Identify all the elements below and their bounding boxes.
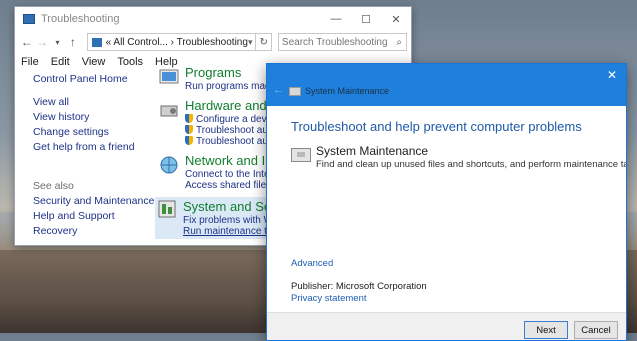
maintenance-icon [291,148,311,162]
dialog-header[interactable]: ✕ ← System Maintenance [267,64,626,106]
view-history-link[interactable]: View history [33,110,153,125]
hardware-icon [160,105,178,117]
window-controls: — ☐ ✕ [321,7,411,31]
menu-file[interactable]: File [21,56,39,68]
uac-shield-icon [185,114,193,123]
see-also-label: See also [33,180,74,192]
publisher-line: Publisher: Microsoft Corporation [291,281,427,292]
minimize-button[interactable]: — [321,7,351,31]
up-arrow-icon[interactable]: ↑ [65,34,80,50]
refresh-icon[interactable]: ↻ [256,33,272,51]
dialog-footer: Next Cancel [267,312,626,340]
maximize-button[interactable]: ☐ [351,7,381,31]
address-bar-row: ← → ▾ ↑ « All Control... › Troubleshooti… [15,31,411,53]
security-maintenance-link[interactable]: Security and Maintenance [33,194,154,209]
recovery-link[interactable]: Recovery [33,224,153,239]
get-help-link[interactable]: Get help from a friend [33,140,153,155]
privacy-statement-link[interactable]: Privacy statement [291,293,367,304]
view-all-link[interactable]: View all [33,95,153,110]
next-button[interactable]: Next [524,321,568,339]
recent-dropdown-icon[interactable]: ▾ [50,34,65,50]
close-icon[interactable]: ✕ [604,68,620,82]
left-pane: Control Panel Home View all View history… [33,72,154,239]
breadcrumb[interactable]: « All Control... › Troubleshooting [106,37,248,48]
cancel-button[interactable]: Cancel [574,321,618,339]
change-settings-link[interactable]: Change settings [33,125,153,140]
window-title: Troubleshooting [41,13,120,25]
publisher-label: Publisher: [291,281,334,292]
menu-view[interactable]: View [82,56,106,68]
uac-shield-icon [185,136,193,145]
control-panel-home-link[interactable]: Control Panel Home [33,72,153,87]
forward-arrow-icon[interactable]: → [34,34,49,50]
back-arrow-icon[interactable]: ← [19,34,34,50]
close-button[interactable]: ✕ [381,7,411,31]
item-title: System Maintenance [316,144,429,158]
window-titlebar[interactable]: Troubleshooting — ☐ ✕ [15,7,411,31]
system-security-icon [158,200,176,218]
control-panel-icon [91,37,102,47]
help-support-link[interactable]: Help and Support [33,209,153,224]
advanced-link[interactable]: Advanced [291,258,333,269]
dialog-heading: Troubleshoot and help prevent computer p… [291,119,582,134]
back-arrow-icon[interactable]: ← [273,84,284,96]
programs-icon [159,69,179,84]
publisher-value: Microsoft Corporation [335,281,427,292]
search-icon[interactable]: ⌕ [396,37,406,48]
chevron-down-icon[interactable]: ▾ [248,37,256,48]
dialog-title: System Maintenance [305,86,390,96]
uac-shield-icon [185,125,193,134]
search-input[interactable] [278,35,394,49]
control-panel-icon [23,14,35,24]
maintenance-icon [289,87,301,96]
menu-tools[interactable]: Tools [117,56,143,68]
search-box[interactable]: ⌕ [277,33,407,51]
item-description: Find and clean up unused files and short… [316,159,627,170]
menu-edit[interactable]: Edit [51,56,70,68]
system-maintenance-dialog: ✕ ← System Maintenance Troubleshoot and … [266,63,627,341]
address-bar[interactable]: « All Control... › Troubleshooting ▾ [86,33,257,51]
troubleshooter-item: System Maintenance Find and clean up unu… [291,144,627,171]
network-icon [160,156,178,174]
